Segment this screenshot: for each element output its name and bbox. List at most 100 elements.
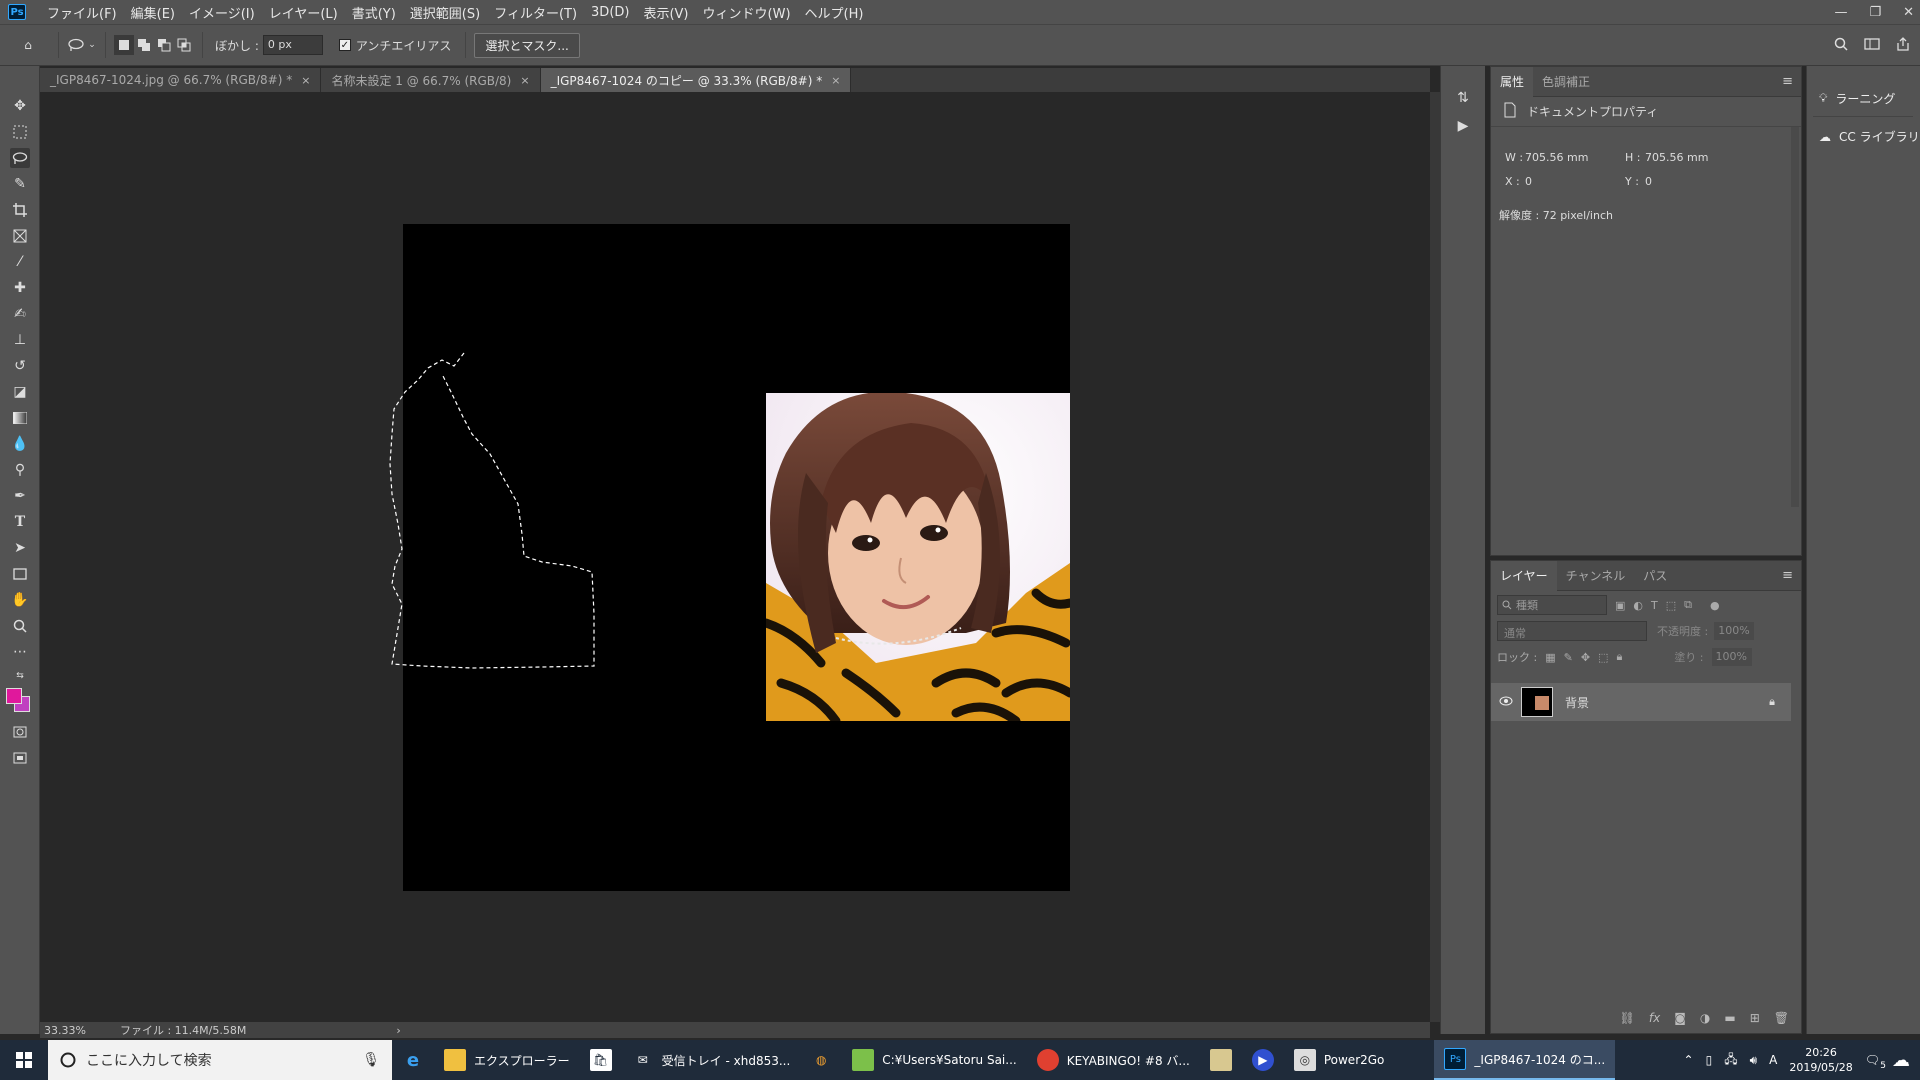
filter-type-icon[interactable]: T	[1651, 599, 1658, 612]
tab-channels[interactable]: チャンネル	[1557, 561, 1635, 591]
new-layer-icon[interactable]: ⊞	[1750, 1011, 1760, 1025]
layer-row[interactable]: 背景 🔒︎	[1491, 683, 1791, 721]
menu-type[interactable]: 書式(Y)	[345, 3, 403, 22]
filter-smart-icon[interactable]: ⧉	[1684, 598, 1692, 612]
taskbar-folder[interactable]	[1200, 1040, 1242, 1080]
menu-filter[interactable]: フィルター(T)	[487, 3, 584, 22]
close-icon[interactable]: ×	[831, 74, 840, 87]
taskbar-explorer[interactable]: エクスプローラー	[434, 1040, 580, 1080]
battery-icon[interactable]: ▯	[1706, 1053, 1713, 1067]
foreground-color-swatch[interactable]	[6, 688, 22, 704]
h-value[interactable]: 705.56 mm	[1645, 151, 1745, 164]
lock-paint-icon[interactable]: ✎	[1564, 651, 1573, 664]
eye-icon[interactable]	[1491, 695, 1521, 709]
taskbar-media[interactable]: ▶	[1242, 1040, 1284, 1080]
menu-select[interactable]: 選択範囲(S)	[403, 3, 487, 22]
brush-tool-icon[interactable]: ✍	[10, 304, 30, 324]
tab-properties[interactable]: 属性	[1491, 66, 1534, 97]
antialias-checkbox[interactable]: ✓ アンチエイリアス	[338, 37, 451, 54]
fill-input[interactable]: 100%	[1711, 648, 1752, 666]
fx-icon[interactable]: fx	[1649, 1011, 1660, 1025]
w-value[interactable]: 705.56 mm	[1525, 151, 1625, 164]
layer-name[interactable]: 背景	[1565, 694, 1589, 711]
healing-brush-tool-icon[interactable]: ✚	[10, 278, 30, 298]
layer-lock-icon[interactable]: 🔒︎	[1769, 695, 1775, 709]
menu-help[interactable]: ヘルプ(H)	[798, 3, 871, 22]
tab-document-1[interactable]: _IGP8467-1024.jpg @ 66.7% (RGB/8#) * ×	[40, 68, 322, 92]
network-icon[interactable]: 🖧︎	[1724, 1050, 1737, 1071]
folder-icon[interactable]: ▬	[1724, 1011, 1735, 1025]
rectangle-tool-icon[interactable]	[10, 564, 30, 584]
menu-edit[interactable]: 編集(E)	[124, 3, 182, 22]
layer-filter-dropdown[interactable]: 種類	[1497, 595, 1607, 615]
add-selection-icon[interactable]	[134, 35, 154, 55]
panel-menu-icon[interactable]: ≡	[1782, 568, 1793, 583]
tab-paths[interactable]: パス	[1634, 561, 1676, 591]
home-icon[interactable]: ⌂	[18, 35, 38, 55]
canvas-vertical-scrollbar[interactable]	[1430, 92, 1440, 1022]
blur-tool-icon[interactable]: 💧	[10, 434, 30, 454]
menu-file[interactable]: ファイル(F)	[40, 3, 124, 22]
eraser-tool-icon[interactable]: ◪	[10, 382, 30, 402]
lock-transparent-icon[interactable]: ▦	[1545, 651, 1555, 664]
panel-menu-icon[interactable]: ≡	[1782, 74, 1793, 89]
close-icon[interactable]: ×	[301, 74, 310, 87]
link-icon[interactable]: ⛓	[1620, 1011, 1635, 1025]
properties-scrollbar[interactable]	[1791, 127, 1799, 507]
learn-button[interactable]: 💡︎ ラーニング	[1819, 90, 1895, 107]
trash-icon[interactable]: 🗑︎	[1774, 1011, 1789, 1025]
restore-button[interactable]: ❐	[1869, 5, 1881, 20]
close-window-button[interactable]: ✕	[1903, 5, 1914, 20]
crop-tool-icon[interactable]	[10, 200, 30, 220]
subtract-selection-icon[interactable]	[154, 35, 174, 55]
feather-input[interactable]: 0 px	[262, 35, 323, 55]
taskbar-edge[interactable]: e	[392, 1040, 434, 1080]
blend-mode-dropdown[interactable]: 通常	[1497, 621, 1647, 641]
taskbar-photoshop[interactable]: Ps _IGP8467-1024 のコ...	[1434, 1040, 1616, 1080]
taskbar-notepad[interactable]: C:¥Users¥Satoru Sai...	[842, 1040, 1026, 1080]
chevron-down-icon[interactable]: ⌄	[87, 35, 97, 55]
menu-window[interactable]: ウィンドウ(W)	[696, 3, 798, 22]
tab-document-3[interactable]: _IGP8467-1024 のコピー @ 33.3% (RGB/8#) * ×	[540, 68, 852, 92]
intersect-selection-icon[interactable]	[174, 35, 194, 55]
gradient-tool-icon[interactable]	[10, 408, 30, 428]
quick-mask-icon[interactable]	[10, 722, 30, 742]
zoom-tool-icon[interactable]	[10, 616, 30, 636]
tab-layers[interactable]: レイヤー	[1491, 560, 1557, 591]
mask-icon[interactable]: ◙	[1674, 1011, 1686, 1025]
hand-tool-icon[interactable]: ✋	[10, 590, 30, 610]
history-brush-tool-icon[interactable]: ↺	[10, 356, 30, 376]
taskbar-mail[interactable]: ✉ 受信トレイ - xhd853...	[622, 1040, 801, 1080]
x-value[interactable]: 0	[1525, 175, 1625, 188]
microphone-icon[interactable]: 🎙︎	[362, 1052, 380, 1068]
quick-select-tool-icon[interactable]: ✎	[10, 174, 30, 194]
status-arrow-icon[interactable]: ›	[396, 1024, 400, 1037]
notification-icon[interactable]: 🗨︎ 5	[1865, 1053, 1886, 1071]
workspace-icon[interactable]	[1864, 37, 1880, 54]
lasso-tool-icon[interactable]	[10, 148, 30, 168]
tray-chevron-icon[interactable]: ⌃	[1684, 1053, 1694, 1067]
new-selection-icon[interactable]	[114, 35, 134, 55]
clock[interactable]: 20:26 2019/05/28	[1789, 1045, 1852, 1075]
more-tools-icon[interactable]: ⋯	[10, 642, 30, 662]
lock-artboard-icon[interactable]: ⬚	[1598, 651, 1608, 664]
menu-layer[interactable]: レイヤー(L)	[262, 3, 345, 22]
history-panel-icon[interactable]: ⇅	[1453, 88, 1473, 108]
tab-adjustments[interactable]: 色調補正	[1533, 67, 1599, 97]
menu-view[interactable]: 表示(V)	[636, 3, 695, 22]
swap-colors-icon[interactable]: ⇆	[10, 666, 30, 686]
photoshop-logo-icon[interactable]: Ps	[8, 4, 26, 20]
filter-pixel-icon[interactable]: ▣	[1615, 599, 1625, 612]
close-icon[interactable]: ×	[520, 74, 529, 87]
taskbar-app[interactable]: ◍	[800, 1040, 842, 1080]
eyedropper-tool-icon[interactable]: ⁄	[10, 252, 30, 272]
filter-adjustment-icon[interactable]: ◐	[1633, 599, 1643, 612]
menu-image[interactable]: イメージ(I)	[182, 3, 262, 22]
cc-libraries-button[interactable]: ☁︎ CC ライブラリ	[1819, 128, 1920, 145]
select-and-mask-button[interactable]: 選択とマスク...	[474, 32, 580, 58]
share-icon[interactable]	[1896, 36, 1910, 54]
taskbar-search-box[interactable]: ここに入力して検索 🎙︎	[48, 1040, 392, 1080]
actions-panel-icon[interactable]: ▶	[1453, 116, 1473, 136]
frame-tool-icon[interactable]	[10, 226, 30, 246]
move-tool-icon[interactable]: ✥	[10, 96, 30, 116]
